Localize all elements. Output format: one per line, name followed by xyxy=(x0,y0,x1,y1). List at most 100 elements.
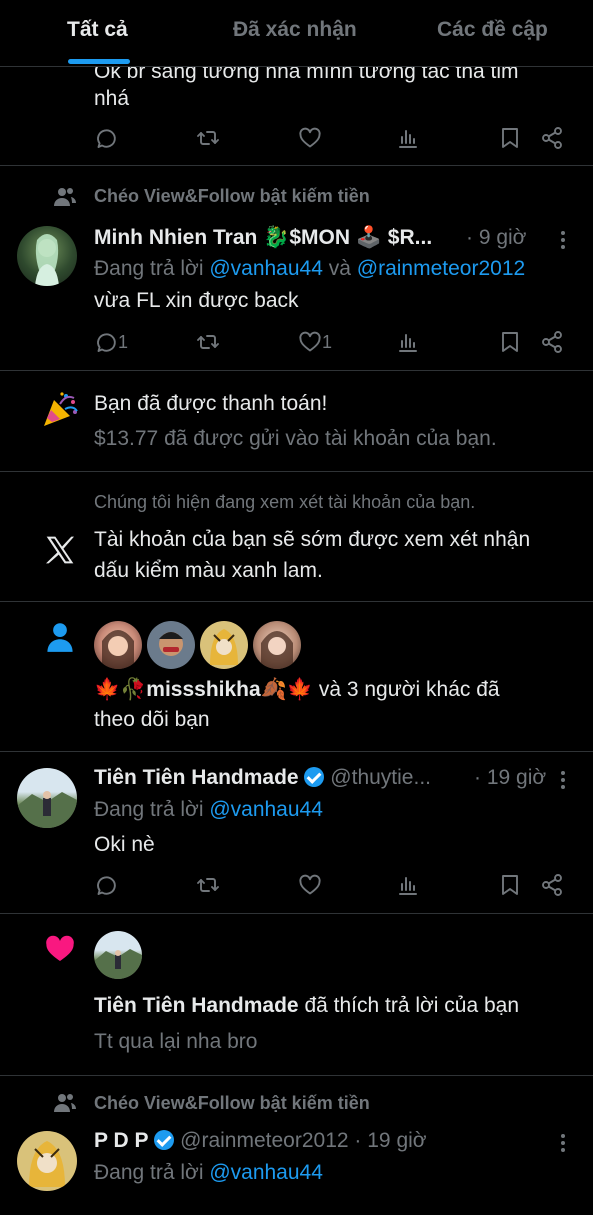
bookmark-button[interactable] xyxy=(498,327,522,357)
liker-name[interactable]: Tiên Tiên Handmade xyxy=(94,994,299,1017)
review-text-line: Tài khoản của bạn sẽ sớm được xem xét nh… xyxy=(94,528,531,551)
share-icon xyxy=(540,873,564,897)
follow-notification[interactable]: 🍁🥀missshikha🍂🍁 và 3 người khác đã theo d… xyxy=(0,601,593,752)
post-text-line: nhá xyxy=(94,87,130,110)
heart-icon xyxy=(298,330,322,354)
author-handle[interactable]: @rainmeteor2012 xyxy=(180,1129,348,1152)
heart-icon xyxy=(298,126,322,150)
bookmark-icon xyxy=(498,330,522,354)
views-button[interactable] xyxy=(396,870,420,900)
reply-count: 1 xyxy=(118,331,129,352)
repost-icon xyxy=(196,126,220,150)
person-icon xyxy=(47,623,73,652)
share-icon xyxy=(540,330,564,354)
share-button[interactable] xyxy=(540,123,564,153)
post-header: P D P @rainmeteor2012 · 19 giờ xyxy=(94,1125,427,1156)
community-icon xyxy=(53,185,77,209)
views-icon xyxy=(396,330,420,354)
views-icon xyxy=(396,873,420,897)
like-button[interactable] xyxy=(298,870,322,900)
payout-title: Bạn đã được thanh toán! xyxy=(94,392,328,415)
like-summary: Tiên Tiên Handmade đã thích trả lời của … xyxy=(94,994,520,1017)
like-notification[interactable]: Tiên Tiên Handmade đã thích trả lời của … xyxy=(0,913,593,1076)
author-name[interactable]: Minh Nhien Tran 🐉$MON 🕹️ $R... xyxy=(94,222,432,253)
review-subtitle: Chúng tôi hiện đang xem xét tài khoản củ… xyxy=(94,492,476,512)
mention-link[interactable]: @vanhau44 xyxy=(209,1161,323,1184)
avatar[interactable] xyxy=(17,768,77,828)
reply-icon xyxy=(94,873,118,897)
follow-summary-line: theo dõi bạn xyxy=(94,708,210,731)
account-review-notification[interactable]: Chúng tôi hiện đang xem xét tài khoản củ… xyxy=(0,471,593,602)
like-button[interactable] xyxy=(298,123,322,153)
post-body: vừa FL xin được back xyxy=(94,289,299,312)
liker-avatar[interactable] xyxy=(94,931,142,979)
review-text-line: dấu kiểm màu xanh lam. xyxy=(94,559,323,582)
repost-icon xyxy=(196,330,220,354)
reply-button[interactable] xyxy=(94,870,118,900)
like-count: 1 xyxy=(322,331,333,352)
reply-button[interactable]: 1 xyxy=(94,327,128,357)
follow-summary: 🍁🥀missshikha🍂🍁 và 3 người khác đã xyxy=(94,678,500,701)
tab-verified[interactable]: Đã xác nhận xyxy=(233,18,357,42)
heart-filled-icon xyxy=(46,935,74,961)
party-popper-icon xyxy=(44,392,78,426)
post-time: · 9 giờ xyxy=(466,226,527,249)
bookmark-icon xyxy=(498,126,522,150)
views-button[interactable] xyxy=(396,327,420,357)
post-actions: 1 1 xyxy=(94,327,574,357)
repost-button[interactable] xyxy=(196,870,220,900)
more-options-button[interactable] xyxy=(561,228,567,252)
replying-to: Đang trả lời @vanhau44 và @rainmeteor201… xyxy=(94,257,526,280)
share-button[interactable] xyxy=(540,327,564,357)
verified-badge-icon xyxy=(304,767,325,787)
payout-detail: $13.77 đã được gửi vào tài khoản của bạn… xyxy=(94,427,497,450)
avatar[interactable] xyxy=(17,1131,77,1191)
reply-post[interactable]: Chéo View&Follow bật kiếm tiền Minh Nhie… xyxy=(0,165,593,371)
active-tab-indicator xyxy=(68,59,130,64)
share-icon xyxy=(540,126,564,150)
views-button[interactable] xyxy=(396,123,420,153)
post-body: Oki nè xyxy=(94,833,155,856)
follower-avatar[interactable] xyxy=(253,621,301,669)
heart-icon xyxy=(298,873,322,897)
share-button[interactable] xyxy=(540,870,564,900)
community-context: Chéo View&Follow bật kiếm tiền xyxy=(94,1093,370,1113)
post-actions xyxy=(94,123,574,153)
bookmark-button[interactable] xyxy=(498,123,522,153)
mention-link[interactable]: @rainmeteor2012 xyxy=(357,257,525,280)
x-logo-icon xyxy=(46,536,74,564)
tab-mentions[interactable]: Các đề cập xyxy=(437,18,548,42)
like-button[interactable]: 1 xyxy=(298,327,332,357)
more-options-button[interactable] xyxy=(561,768,567,792)
author-name[interactable]: P D P xyxy=(94,1129,148,1152)
more-options-button[interactable] xyxy=(561,1131,567,1155)
post-actions xyxy=(94,870,574,900)
liked-reply-text: Tt qua lại nha bro xyxy=(94,1030,258,1053)
reply-post[interactable]: Chéo View&Follow bật kiếm tiền P D P @ra… xyxy=(0,1075,593,1215)
community-icon xyxy=(53,1091,77,1115)
mention-link[interactable]: @vanhau44 xyxy=(209,257,323,280)
reply-icon xyxy=(94,126,118,150)
replying-to: Đang trả lời @vanhau44 xyxy=(94,1161,323,1184)
repost-button[interactable] xyxy=(196,123,220,153)
author-name[interactable]: Tiên Tiên Handmade xyxy=(94,766,299,789)
verified-badge-icon xyxy=(154,1130,175,1150)
author-handle[interactable]: @thuytie... xyxy=(330,766,431,789)
reply-icon xyxy=(94,330,118,354)
notification-tabs: Tất cả Đã xác nhận Các đề cập xyxy=(0,0,593,67)
tab-all[interactable]: Tất cả xyxy=(67,18,128,42)
follower-avatar[interactable] xyxy=(94,621,142,669)
follower-avatar[interactable] xyxy=(147,621,195,669)
post-header: Tiên Tiên Handmade @thuytie... xyxy=(94,762,431,793)
avatar[interactable] xyxy=(17,226,77,286)
payout-notification[interactable]: Bạn đã được thanh toán! $13.77 đã được g… xyxy=(0,370,593,472)
follower-name[interactable]: 🍁🥀missshikha🍂🍁 xyxy=(94,678,313,701)
repost-button[interactable] xyxy=(196,327,220,357)
bookmark-button[interactable] xyxy=(498,870,522,900)
post-time: · 19 giờ xyxy=(474,766,547,789)
reply-button[interactable] xyxy=(94,123,118,153)
follower-avatar[interactable] xyxy=(200,621,248,669)
reply-post[interactable]: Tiên Tiên Handmade @thuytie... · 19 giờ … xyxy=(0,751,593,914)
community-context: Chéo View&Follow bật kiếm tiền xyxy=(94,186,370,206)
mention-link[interactable]: @vanhau44 xyxy=(209,798,323,821)
